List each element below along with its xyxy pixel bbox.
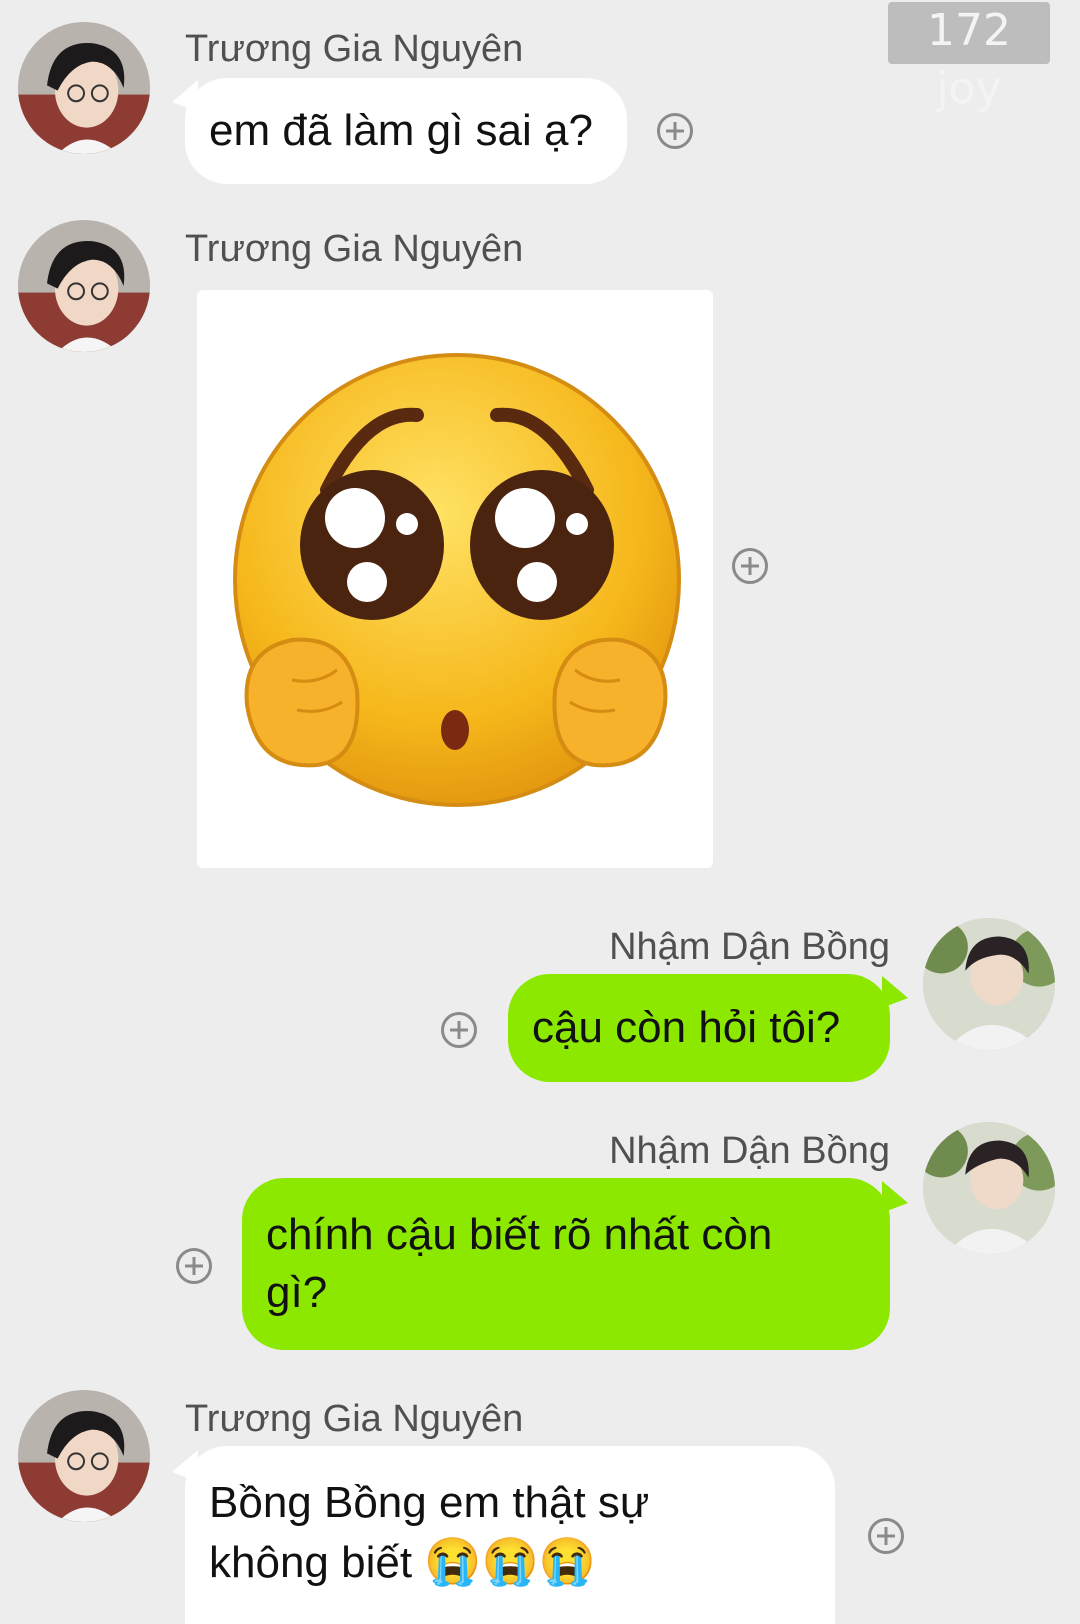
avatar-portrait-icon bbox=[18, 22, 150, 154]
avatar-portrait-icon bbox=[923, 1122, 1055, 1254]
pleading-face-sticker bbox=[233, 353, 681, 807]
message-bubble[interactable]: Bồng Bồng em thật sự không biết 😭😭😭 bbox=[185, 1446, 835, 1624]
message-text-line: chính cậu biết rõ nhất còn bbox=[266, 1210, 773, 1259]
plus-circle-icon[interactable] bbox=[868, 1518, 904, 1554]
avatar-portrait-icon bbox=[923, 918, 1055, 1050]
message-text: cậu còn hỏi tôi? bbox=[532, 1003, 841, 1052]
message-text-line: gì? bbox=[266, 1268, 328, 1317]
crying-face-emojis: 😭😭😭 bbox=[424, 1535, 597, 1587]
plus-circle-icon[interactable] bbox=[441, 1012, 477, 1048]
sender-name: Nhậm Dận Bồng bbox=[609, 926, 890, 968]
sender-name: Trương Gia Nguyên bbox=[185, 1398, 524, 1440]
message-bubble[interactable]: chính cậu biết rõ nhất còn gì? bbox=[242, 1178, 890, 1350]
message-text-line: không biết 😭😭😭 bbox=[209, 1532, 811, 1592]
avatar-portrait-icon bbox=[18, 220, 150, 352]
message-text: không biết bbox=[209, 1538, 413, 1587]
watermark-label: 172 joy bbox=[888, 2, 1050, 114]
plus-circle-icon[interactable] bbox=[657, 113, 693, 149]
avatar-right[interactable] bbox=[923, 918, 1055, 1050]
plus-circle-icon[interactable] bbox=[732, 548, 768, 584]
avatar-left[interactable] bbox=[18, 22, 150, 154]
avatar-portrait-icon bbox=[18, 1390, 150, 1522]
message-text-line: Bồng Bồng em thật sự bbox=[209, 1478, 650, 1527]
avatar-left[interactable] bbox=[18, 220, 150, 352]
sender-name: Nhậm Dận Bồng bbox=[609, 1130, 890, 1172]
plus-circle-icon[interactable] bbox=[176, 1248, 212, 1284]
message-bubble[interactable]: em đã làm gì sai ạ? bbox=[185, 78, 627, 184]
sticker-message[interactable] bbox=[197, 290, 713, 868]
avatar-left[interactable] bbox=[18, 1390, 150, 1522]
avatar-right[interactable] bbox=[923, 1122, 1055, 1254]
message-bubble[interactable]: cậu còn hỏi tôi? bbox=[508, 974, 890, 1082]
sender-name: Trương Gia Nguyên bbox=[185, 28, 524, 70]
sender-name: Trương Gia Nguyên bbox=[185, 228, 524, 270]
message-text: em đã làm gì sai ạ? bbox=[209, 106, 593, 155]
